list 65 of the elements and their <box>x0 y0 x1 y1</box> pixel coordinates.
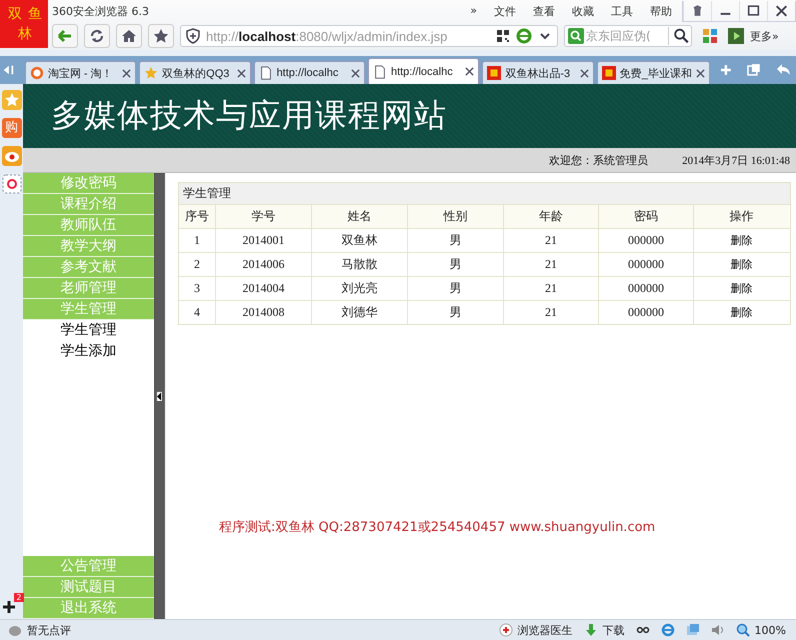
more-button[interactable]: 更多» <box>750 28 779 44</box>
site-title: 多媒体技术与应用课程网站 <box>51 95 447 136</box>
window-title: 360安全浏览器 6.3 <box>52 4 149 18</box>
footer-text: 程序测试:双鱼林 QQ:287307421或254540457 www.shuangyulin.com <box>219 519 656 536</box>
browser-tab[interactable]: http://localhc <box>368 58 480 84</box>
status-text: 暂无点评 <box>27 622 71 638</box>
column-header: 性别 <box>407 205 503 228</box>
table-cell: 男 <box>407 301 503 324</box>
table-cell: 000000 <box>598 253 693 276</box>
browser-tab[interactable]: 免费_毕业课和 <box>596 61 710 84</box>
table-cell: 2014004 <box>215 277 311 300</box>
table-caption: 学生管理 <box>179 183 790 204</box>
table-cell: 刘光亮 <box>311 277 407 300</box>
menu-item[interactable]: 收藏 <box>572 4 594 18</box>
column-header: 密码 <box>598 205 693 228</box>
table-cell: 000000 <box>598 229 693 252</box>
table-cell: 000000 <box>598 301 693 324</box>
delete-link[interactable]: 删除 <box>730 258 752 271</box>
download-button[interactable]: 下载 <box>602 622 625 638</box>
delete-link[interactable]: 删除 <box>730 234 752 247</box>
table-cell: 2014008 <box>215 301 311 324</box>
column-header: 序号 <box>179 205 215 228</box>
search-field[interactable]: 京东回应伪( <box>586 29 666 43</box>
table-cell: 马散散 <box>311 253 407 276</box>
table-cell: 21 <box>503 253 598 276</box>
table-cell: 2014006 <box>215 253 311 276</box>
column-header: 学号 <box>215 205 311 228</box>
browser-tab[interactable]: http://localhc <box>254 61 365 84</box>
table-cell: 男 <box>407 229 503 252</box>
count-badge: 2 <box>14 593 24 602</box>
table-cell: 21 <box>503 229 598 252</box>
column-header: 姓名 <box>311 205 407 228</box>
subnav-item[interactable]: 学生添加 <box>23 341 154 362</box>
browser-tab[interactable]: 淘宝网 - 淘！ <box>24 61 136 84</box>
datetime-text: 2014年3月7日 16:01:48 <box>682 154 790 168</box>
table-cell: 男 <box>407 253 503 276</box>
table-cell: 21 <box>503 277 598 300</box>
address-field[interactable]: http://localhost:8080/wljx/admin/index.jsp <box>180 25 558 47</box>
zoom-level[interactable]: 100% <box>754 624 786 636</box>
column-header: 年龄 <box>503 205 598 228</box>
delete-link[interactable]: 删除 <box>730 282 752 295</box>
table-cell: 000000 <box>598 277 693 300</box>
table-cell-text: 2 <box>193 256 201 273</box>
browser-tab[interactable]: 双鱼林出品-3 <box>482 61 594 84</box>
table-cell-text: 1 <box>193 232 201 249</box>
table-cell-text: 3 <box>193 280 201 297</box>
menu-item[interactable]: 文件 <box>494 4 516 18</box>
table-cell: 刘德华 <box>311 301 407 324</box>
table-cell: 21 <box>503 301 598 324</box>
table-cell: 双鱼林 <box>311 229 407 252</box>
subnav-item[interactable]: 学生管理 <box>23 320 154 341</box>
menu-item[interactable]: » <box>470 4 477 18</box>
menu-item[interactable]: 工具 <box>611 4 633 18</box>
doctor-button[interactable]: 浏览器医生 <box>518 622 573 638</box>
delete-link[interactable]: 删除 <box>730 306 752 319</box>
welcome-text: 欢迎您：系统管理员 <box>549 152 648 168</box>
table-cell: 男 <box>407 277 503 300</box>
table-cell-text: 4 <box>193 304 201 321</box>
menu-item[interactable]: 帮助 <box>650 4 672 18</box>
column-header: 操作 <box>693 205 789 228</box>
search-box[interactable]: 京东回应伪( <box>564 25 692 47</box>
table-cell: 2014001 <box>215 229 311 252</box>
app-logo: 双鱼林 <box>0 0 48 48</box>
browser-tab[interactable]: 双鱼林的QQ3 <box>139 61 251 84</box>
menu-item[interactable]: 查看 <box>533 4 555 18</box>
